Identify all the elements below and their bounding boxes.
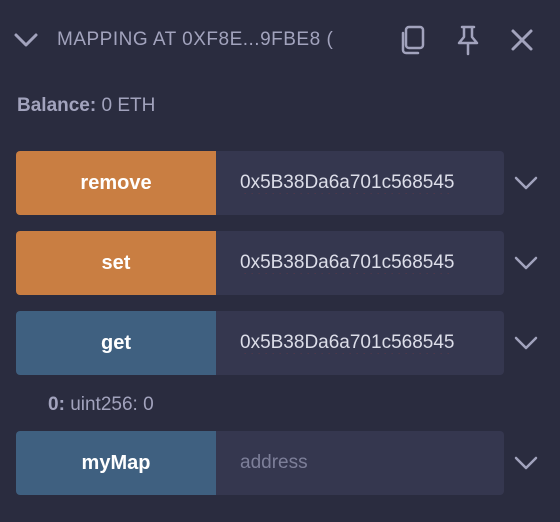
remove-input-value: 0x5B38Da6a701c568545: [240, 172, 455, 193]
pin-icon[interactable]: [452, 24, 484, 56]
set-button[interactable]: set: [16, 231, 216, 295]
function-row-mymap: myMap address: [16, 431, 560, 495]
result-index: 0:: [48, 394, 65, 415]
balance-value: 0 ETH: [101, 95, 156, 116]
chevron-down-icon[interactable]: [512, 331, 540, 355]
function-row-get: get 0x5B38Da6a701c568545: [16, 311, 560, 375]
mymap-button[interactable]: myMap: [16, 431, 216, 495]
get-input[interactable]: 0x5B38Da6a701c568545: [216, 311, 504, 375]
remove-button[interactable]: remove: [16, 151, 216, 215]
chevron-down-icon[interactable]: [512, 171, 540, 195]
get-input-value: 0x5B38Da6a701c568545: [240, 332, 455, 353]
balance-label: Balance:: [17, 95, 97, 116]
get-result: 0: uint256: 0: [48, 394, 154, 416]
remove-input[interactable]: 0x5B38Da6a701c568545: [216, 151, 504, 215]
close-icon[interactable]: [506, 24, 538, 56]
function-row-remove: remove 0x5B38Da6a701c568545: [16, 151, 560, 215]
chevron-down-icon[interactable]: [512, 251, 540, 275]
function-row-set: set 0x5B38Da6a701c568545: [16, 231, 560, 295]
chevron-down-icon[interactable]: [512, 451, 540, 475]
panel-header: MAPPING AT 0XF8E...9FBE8 (: [0, 0, 560, 82]
mymap-input[interactable]: address: [216, 431, 504, 495]
set-input[interactable]: 0x5B38Da6a701c568545: [216, 231, 504, 295]
set-input-value: 0x5B38Da6a701c568545: [240, 252, 455, 273]
mymap-input-placeholder: address: [240, 452, 308, 473]
balance-display: Balance: 0 ETH: [17, 95, 155, 117]
copy-icon[interactable]: [396, 24, 428, 56]
get-button[interactable]: get: [16, 311, 216, 375]
contract-title: MAPPING AT 0XF8E...9FBE8 (: [57, 29, 334, 50]
result-value: uint256: 0: [70, 394, 154, 415]
chevron-down-icon[interactable]: [12, 28, 40, 52]
